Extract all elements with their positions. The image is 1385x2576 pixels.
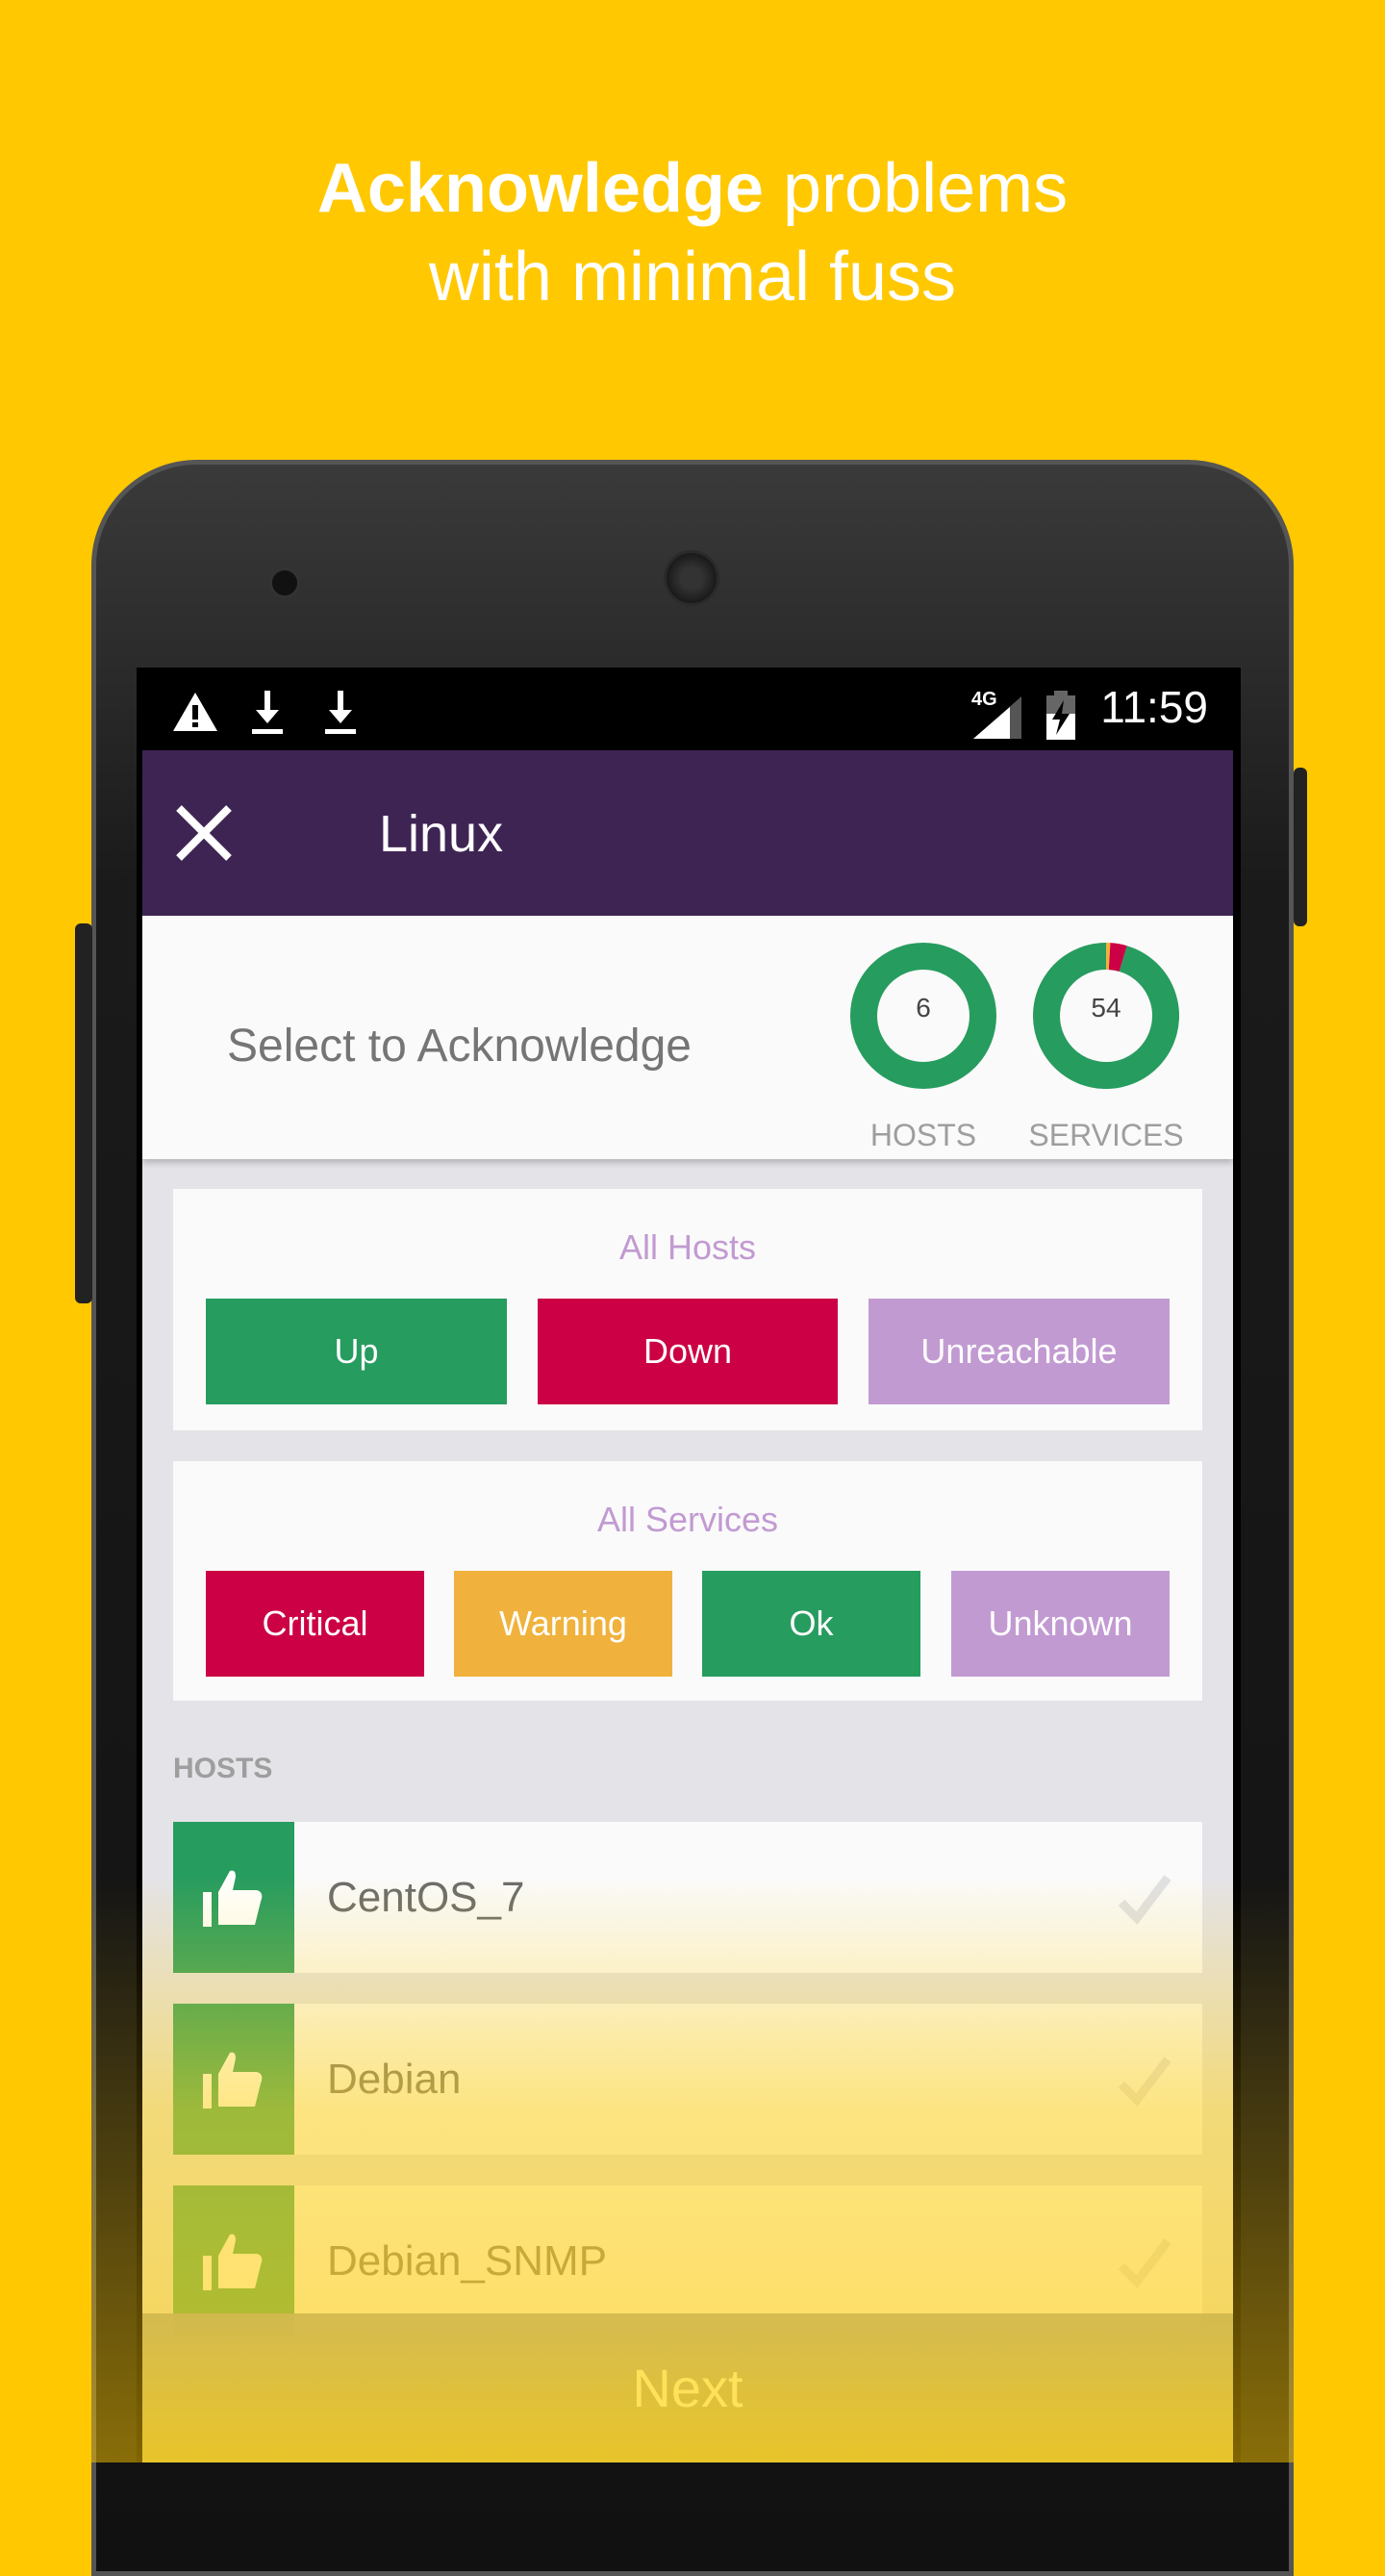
services-count: 54 [1033,993,1179,1023]
all-services-title: All Services [173,1500,1202,1540]
clock: 11:59 [1100,681,1208,733]
up-button[interactable]: Up [206,1299,507,1404]
download-icon [250,689,285,735]
warning-button[interactable]: Warning [454,1571,672,1677]
hosts-count: 6 [850,993,996,1023]
summary-header: Select to Acknowledge 6 HOSTS 54 SERVICE… [142,916,1233,1159]
hosts-section-label: HOSTS [173,1753,272,1785]
all-services-card: All Services Critical Warning Ok Unknown [173,1461,1202,1701]
front-camera [269,568,300,598]
headline: Acknowledge problems with minimal fuss [0,144,1385,321]
app-bar: Linux [142,750,1233,916]
next-button[interactable]: Next [142,2313,1233,2462]
power-button [1294,768,1307,926]
donut-segment-critical [1110,956,1123,958]
unknown-button[interactable]: Unknown [951,1571,1170,1677]
earpiece-speaker [664,550,719,606]
close-icon[interactable] [169,798,239,868]
services-label: SERVICES [1010,1118,1202,1153]
critical-button[interactable]: Critical [206,1571,424,1677]
next-label: Next [632,2357,743,2419]
app-screen: Linux Select to Acknowledge 6 HOSTS 54 S… [142,750,1233,2462]
unreachable-button[interactable]: Unreachable [869,1299,1170,1404]
hosts-label: HOSTS [827,1118,1020,1153]
warning-icon [171,691,219,733]
download-icon [323,689,358,735]
headline-line2: with minimal fuss [0,233,1385,321]
page-title: Linux [379,804,503,864]
headline-bold: Acknowledge [317,150,764,227]
signal-4g-icon [971,695,1023,741]
all-hosts-title: All Hosts [173,1227,1202,1268]
status-bar: 4G 11:59 [137,668,1241,750]
headline-rest: problems [764,150,1068,227]
volume-button [75,923,92,1303]
down-button[interactable]: Down [538,1299,838,1404]
all-hosts-card: All Hosts Up Down Unreachable [173,1189,1202,1430]
ok-button[interactable]: Ok [702,1571,920,1677]
select-label: Select to Acknowledge [227,1020,692,1073]
battery-charging-icon [1045,691,1077,741]
